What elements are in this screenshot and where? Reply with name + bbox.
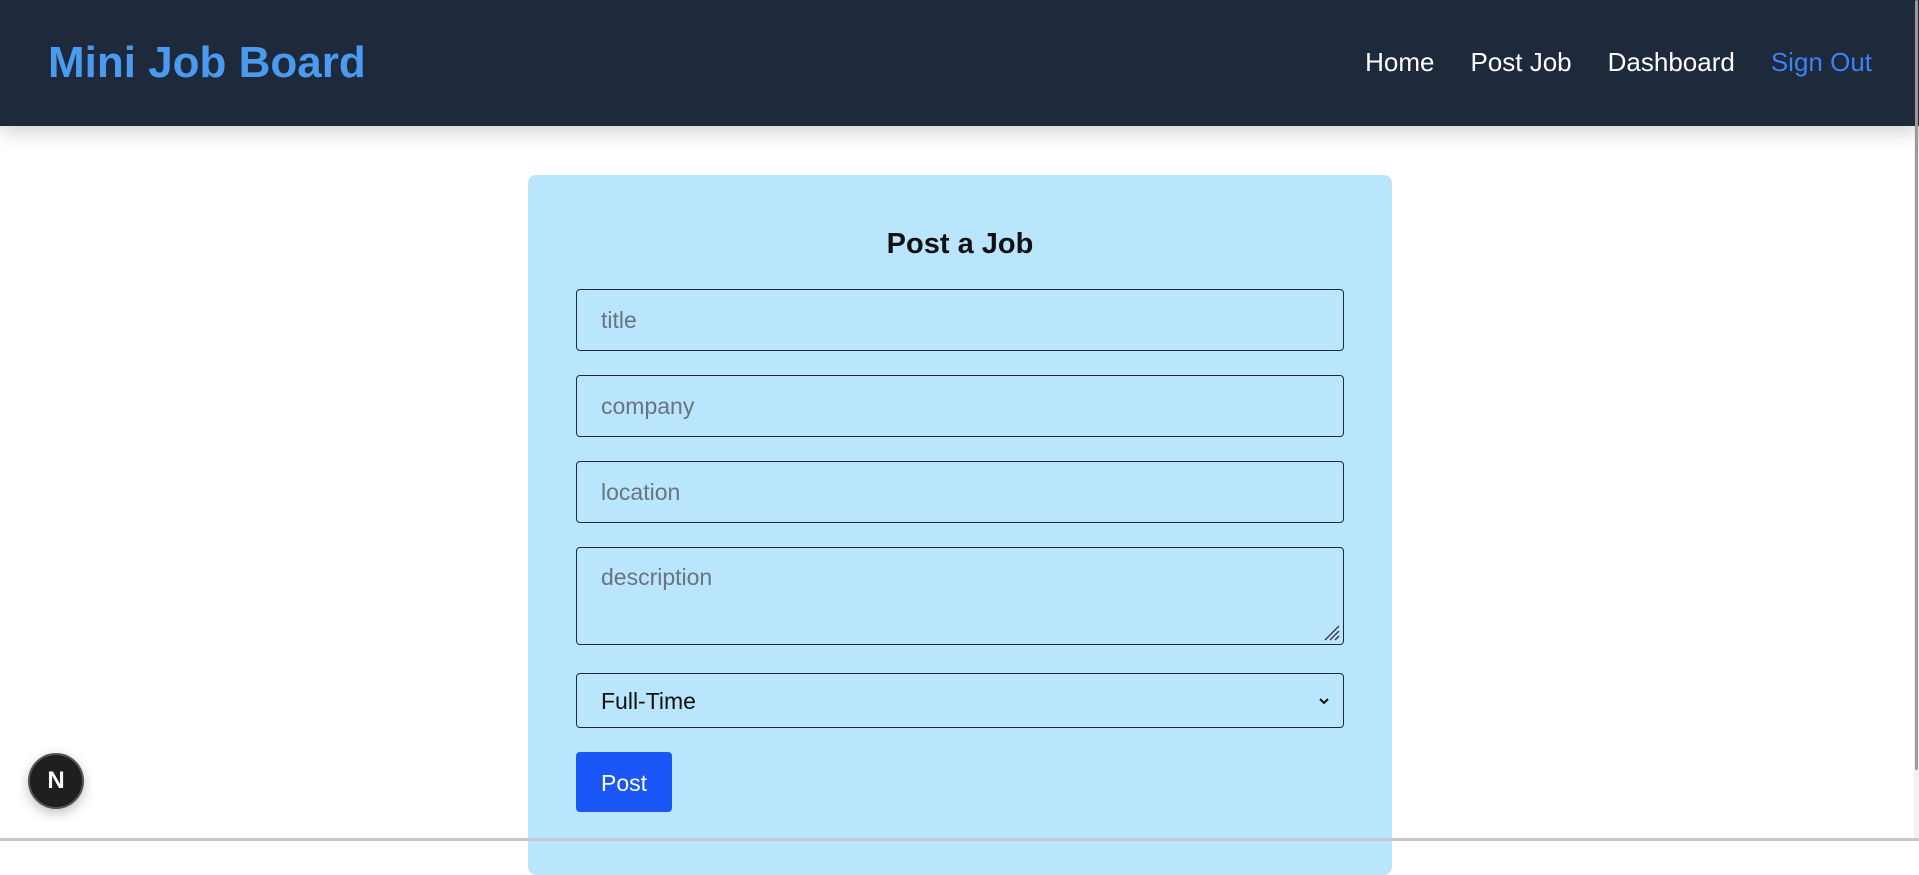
job-title-input[interactable]	[576, 289, 1344, 351]
form-heading: Post a Job	[886, 228, 1034, 260]
description-textarea[interactable]	[576, 547, 1344, 645]
scrollbar-thumb[interactable]	[1915, 0, 1918, 770]
chevron-down-icon	[1319, 697, 1329, 704]
job-type-select[interactable]: Full-Time	[576, 673, 1344, 728]
top-navbar: Mini Job Board Home Post Job Dashboard S…	[0, 0, 1919, 126]
nav-post-job-link[interactable]: Post Job	[1470, 46, 1571, 78]
job-type-selected-value: Full-Time	[601, 687, 696, 714]
nav-sign-out-link[interactable]: Sign Out	[1771, 46, 1872, 78]
post-button[interactable]: Post	[576, 752, 672, 812]
company-input[interactable]	[576, 375, 1344, 437]
nav-dashboard-link[interactable]: Dashboard	[1608, 46, 1735, 78]
resize-grip-icon[interactable]	[1322, 623, 1340, 641]
nav-home-link[interactable]: Home	[1365, 46, 1434, 78]
nextjs-dev-badge-icon[interactable]: N	[28, 753, 84, 809]
brand-logo-text[interactable]: Mini Job Board	[48, 38, 366, 88]
post-job-card: Post a Job Full-Time Post	[528, 175, 1392, 875]
nav-links: Home Post Job Dashboard Sign Out	[1365, 46, 1872, 78]
location-input[interactable]	[576, 461, 1344, 523]
